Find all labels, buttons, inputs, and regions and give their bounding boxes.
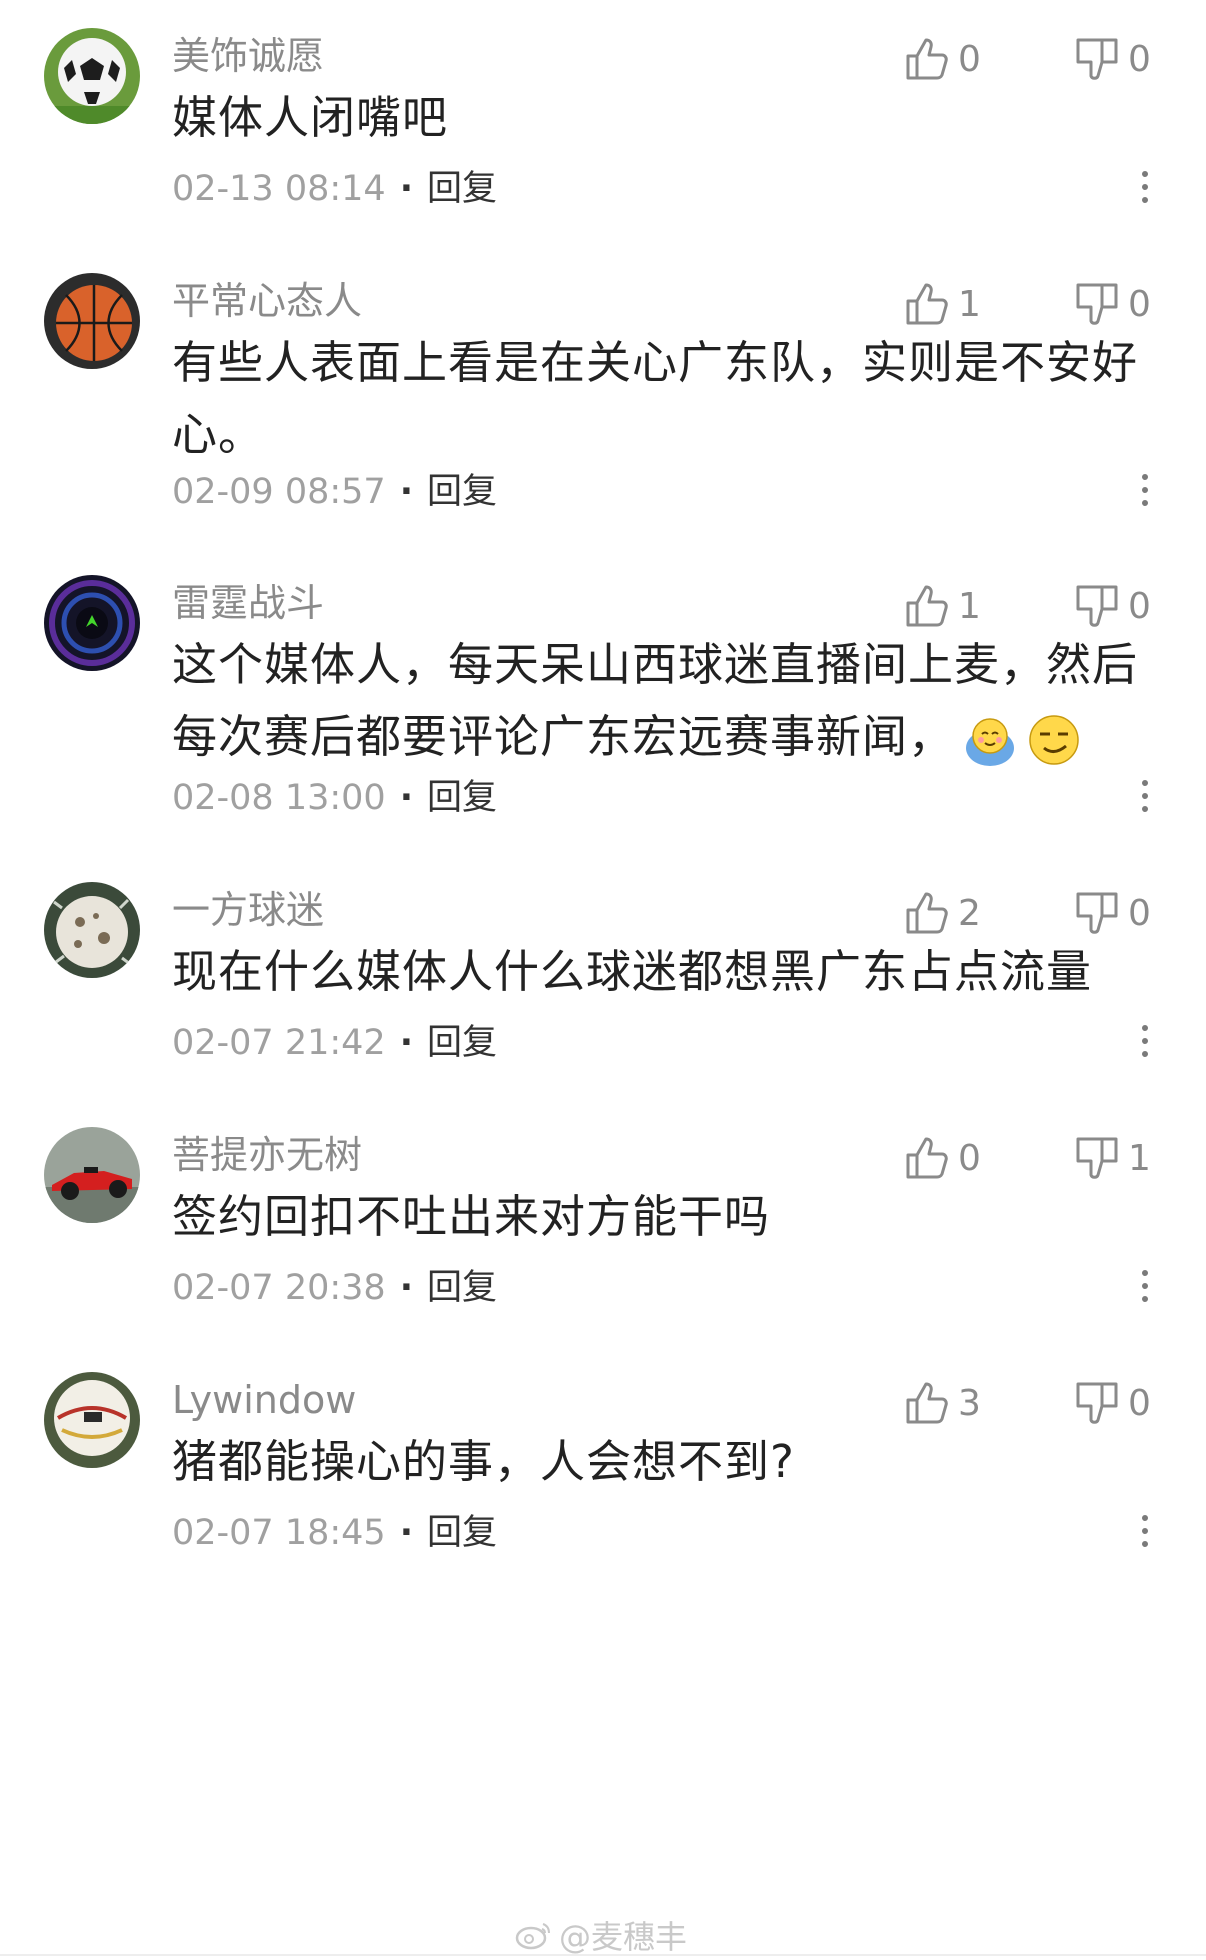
reply-button[interactable]: 回复 (427, 1268, 497, 1308)
soccer-ball-icon (44, 28, 140, 124)
basketball-icon (44, 273, 140, 369)
shy-emoji-icon (966, 718, 1015, 766)
like-button[interactable]: 0 (902, 1133, 981, 1183)
reply-button[interactable]: 回复 (427, 169, 497, 209)
watermark-text: @麦穗丰 (559, 1918, 688, 1956)
user-avatar[interactable] (44, 1372, 140, 1468)
comment-meta: 02-07 18:45 · 回复 (172, 1513, 498, 1553)
dislike-count: 0 (1128, 283, 1151, 325)
like-count: 3 (958, 1382, 981, 1424)
more-options-icon[interactable] (1130, 1506, 1160, 1556)
dislike-button[interactable]: 0 (1072, 581, 1151, 631)
timestamp: 02-07 20:38 (172, 1268, 386, 1308)
comment-text: 猪都能操心的事，人会想不到? (172, 1435, 795, 1488)
thumbs-up-icon (906, 283, 948, 325)
comment-text: 这个媒体人，每天呆山西球迷直播间上麦，然后每次赛后都要评论广东宏远赛事新闻， (172, 629, 1162, 773)
username[interactable]: 美饰诚愿 (172, 28, 324, 84)
more-options-icon[interactable] (1130, 162, 1160, 212)
comment-text: 有些人表面上看是在关心广东队，实则是不安好心。 (172, 336, 1139, 461)
comment-meta: 02-09 08:57 · 回复 (172, 472, 498, 512)
dislike-count: 0 (1128, 38, 1151, 80)
thumbs-up-icon (906, 585, 948, 627)
dislike-button[interactable]: 1 (1072, 1133, 1151, 1183)
thumbs-up-icon (906, 892, 948, 934)
thumbs-up-icon (906, 38, 948, 80)
divider (0, 1954, 1206, 1956)
timestamp: 02-07 18:45 (172, 1513, 386, 1553)
user-avatar[interactable] (44, 575, 140, 671)
thumbs-down-icon (1076, 38, 1118, 80)
reply-button[interactable]: 回复 (427, 472, 497, 512)
timestamp: 02-09 08:57 (172, 472, 386, 512)
user-avatar[interactable] (44, 882, 140, 978)
timestamp: 02-13 08:14 (172, 169, 386, 209)
username[interactable]: Lywindow (172, 1372, 356, 1428)
thumbs-down-icon (1076, 1382, 1118, 1424)
white-ball-icon (44, 1372, 140, 1468)
comment-text: 媒体人闭嘴吧 (172, 91, 449, 144)
more-options-icon[interactable] (1130, 465, 1160, 515)
more-options-icon[interactable] (1130, 1261, 1160, 1311)
thumbs-up-icon (906, 1137, 948, 1179)
more-options-icon[interactable] (1130, 1016, 1160, 1066)
more-options-icon[interactable] (1130, 771, 1160, 821)
username[interactable]: 雷霆战斗 (172, 575, 324, 631)
thumbs-down-icon (1076, 283, 1118, 325)
dislike-button[interactable]: 0 (1072, 1378, 1151, 1428)
race-car-icon (44, 1127, 140, 1223)
dislike-button[interactable]: 0 (1072, 888, 1151, 938)
reply-button[interactable]: 回复 (427, 1023, 497, 1063)
like-button[interactable]: 1 (902, 581, 981, 631)
watermark: @麦穗丰 (515, 1912, 687, 1958)
comment-meta: 02-07 20:38 · 回复 (172, 1268, 498, 1308)
user-avatar[interactable] (44, 28, 140, 124)
user-avatar[interactable] (44, 1127, 140, 1223)
like-count: 2 (958, 892, 981, 934)
comment-meta: 02-07 21:42 · 回复 (172, 1023, 498, 1063)
reply-button[interactable]: 回复 (427, 778, 497, 818)
weibo-logo-icon (515, 1923, 550, 1950)
dislike-count: 0 (1128, 892, 1151, 934)
splash-ball-icon (44, 882, 140, 978)
username[interactable]: 一方球迷 (172, 882, 324, 938)
reply-button[interactable]: 回复 (427, 1513, 497, 1553)
thumbs-up-icon (906, 1382, 948, 1424)
thumbs-down-icon (1076, 585, 1118, 627)
dislike-count: 0 (1128, 585, 1151, 627)
dislike-button[interactable]: 0 (1072, 34, 1151, 84)
comment-meta: 02-08 13:00 · 回复 (172, 778, 498, 818)
timestamp: 02-08 13:00 (172, 778, 386, 818)
username[interactable]: 菩提亦无树 (172, 1127, 362, 1183)
like-count: 0 (958, 38, 981, 80)
dislike-count: 0 (1128, 1382, 1151, 1424)
like-button[interactable]: 2 (902, 888, 981, 938)
razer-logo-icon (44, 575, 140, 671)
smirk-emoji-icon (1029, 715, 1079, 765)
thumbs-down-icon (1076, 1137, 1118, 1179)
like-button[interactable]: 0 (902, 34, 981, 84)
user-avatar[interactable] (44, 273, 140, 369)
username[interactable]: 平常心态人 (172, 273, 362, 329)
thumbs-down-icon (1076, 892, 1118, 934)
dislike-count: 1 (1128, 1137, 1151, 1179)
comment-text: 现在什么媒体人什么球迷都想黑广东占点流量 (172, 945, 1093, 998)
comment-meta: 02-13 08:14 · 回复 (172, 169, 498, 209)
like-button[interactable]: 1 (902, 279, 981, 329)
like-count: 0 (958, 1137, 981, 1179)
like-button[interactable]: 3 (902, 1378, 981, 1428)
timestamp: 02-07 21:42 (172, 1023, 386, 1063)
like-count: 1 (958, 585, 981, 627)
like-count: 1 (958, 283, 981, 325)
comment-text: 签约回扣不吐出来对方能干吗 (172, 1190, 771, 1243)
dislike-button[interactable]: 0 (1072, 279, 1151, 329)
